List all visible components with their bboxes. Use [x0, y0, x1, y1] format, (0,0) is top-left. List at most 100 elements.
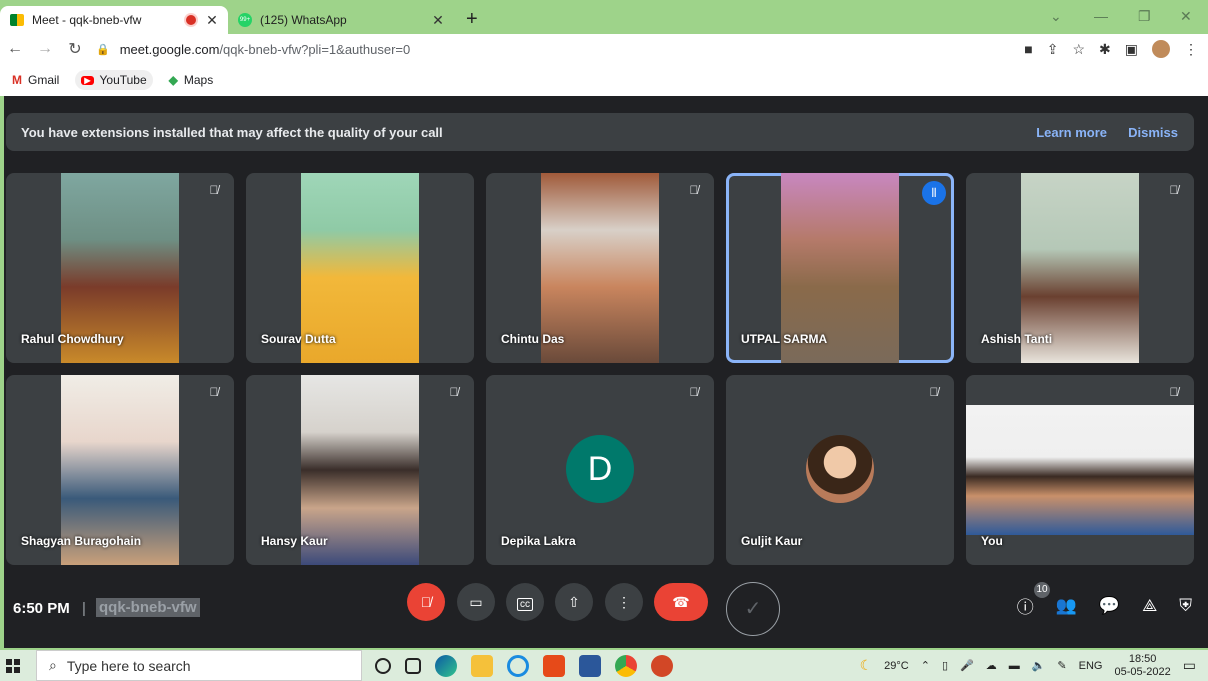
- mic-off-icon: 🎙̸: [449, 385, 459, 399]
- mic-off-icon: 🎙̸: [209, 183, 219, 197]
- microphone-icon[interactable]: 🎤: [960, 659, 974, 672]
- people-icon[interactable]: 👥: [1056, 596, 1077, 616]
- meet-window: You have extensions installed that may a…: [4, 96, 1208, 648]
- restore-icon[interactable]: ❐: [1138, 8, 1151, 25]
- search-icon: ⌕: [49, 657, 57, 673]
- show-hidden-icons-icon[interactable]: ⌃: [921, 659, 930, 672]
- profile-avatar[interactable]: [1152, 40, 1170, 58]
- chrome-icon[interactable]: [615, 655, 637, 677]
- check-icon: ✓: [744, 598, 762, 620]
- participant-name: Depika Lakra: [501, 534, 576, 548]
- mic-off-icon: 🎙̸: [1169, 385, 1179, 399]
- camera-icon: ▭: [469, 594, 483, 610]
- task-view-icon[interactable]: [405, 658, 421, 674]
- more-options-button[interactable]: ⋮: [605, 583, 643, 621]
- participant-tile-active-speaker[interactable]: ⦀ UTPAL SARMA: [726, 173, 954, 363]
- meet-now-icon[interactable]: ▯: [942, 659, 948, 672]
- participant-tile[interactable]: 🎙̸ Ashish Tanti: [966, 173, 1194, 363]
- back-icon[interactable]: ←: [0, 40, 30, 58]
- browser-toolbar: ← → ↻ 🔒 meet.google.com/qqk-bneb-vfw?pli…: [0, 34, 1208, 64]
- participant-name: Chintu Das: [501, 332, 565, 346]
- tab-whatsapp[interactable]: 99+ (125) WhatsApp ✕: [232, 6, 454, 34]
- cortana-icon[interactable]: [375, 658, 391, 674]
- participant-name: Shagyan Buragohain: [21, 534, 142, 548]
- hang-up-icon: ☎: [672, 594, 690, 610]
- side-panel-icon[interactable]: ▣: [1125, 41, 1138, 58]
- tab-meet[interactable]: Meet - qqk-bneb-vfw ✕: [0, 6, 228, 34]
- word-icon[interactable]: [579, 655, 601, 677]
- captions-icon: cc: [517, 598, 533, 611]
- leave-call-button[interactable]: ☎: [654, 583, 708, 621]
- participant-name: Guljit Kaur: [741, 534, 803, 548]
- menu-icon[interactable]: ⋮: [1184, 41, 1198, 58]
- bookmark-maps[interactable]: ◆ Maps: [163, 70, 220, 90]
- check-overlay-button[interactable]: ✓: [726, 582, 780, 636]
- bookmark-youtube[interactable]: ▶ YouTube: [75, 70, 153, 90]
- recording-icon: [186, 15, 196, 25]
- mic-toggle-button[interactable]: 🎙̸: [407, 583, 445, 621]
- pen-icon[interactable]: ✎: [1057, 659, 1066, 672]
- participant-name: Rahul Chowdhury: [21, 332, 124, 346]
- address-bar[interactable]: 🔒 meet.google.com/qqk-bneb-vfw?pli=1&aut…: [96, 38, 976, 60]
- close-window-icon[interactable]: ✕: [1180, 8, 1192, 25]
- tab-search-icon[interactable]: ⌄: [1050, 8, 1062, 25]
- bookmark-gmail[interactable]: M Gmail: [6, 70, 65, 90]
- temperature[interactable]: 29°C: [884, 660, 909, 672]
- chat-icon[interactable]: 💬: [1099, 596, 1120, 616]
- tab-title: (125) WhatsApp: [260, 13, 347, 27]
- share-icon[interactable]: ⇪: [1047, 41, 1059, 58]
- participant-tile[interactable]: 🎙̸ Rahul Chowdhury: [6, 173, 234, 363]
- participant-tile[interactable]: 🎙̸ Shagyan Buragohain: [6, 375, 234, 565]
- dismiss-button[interactable]: Dismiss: [1128, 125, 1178, 140]
- activities-icon[interactable]: ⟁: [1142, 596, 1157, 616]
- mic-off-icon: 🎙̸: [420, 594, 432, 610]
- powerpoint-icon[interactable]: [651, 655, 673, 677]
- extensions-icon[interactable]: ✱: [1099, 41, 1111, 58]
- taskbar-search-box[interactable]: ⌕ Type here to search: [36, 650, 362, 681]
- captions-button[interactable]: cc: [506, 583, 544, 621]
- meet-favicon-icon: [10, 14, 24, 26]
- bookmark-star-icon[interactable]: ☆: [1072, 41, 1085, 58]
- self-tile[interactable]: 🎙̸ You: [966, 375, 1194, 565]
- cortana-app-icon[interactable]: [507, 655, 529, 677]
- edge-icon[interactable]: [435, 655, 457, 677]
- onedrive-icon[interactable]: ☁: [986, 659, 997, 672]
- participant-tile[interactable]: 🎙̸ Chintu Das: [486, 173, 714, 363]
- language-indicator[interactable]: ENG: [1079, 660, 1103, 672]
- taskbar-clock[interactable]: 18:50 05-05-2022: [1114, 653, 1170, 679]
- battery-icon[interactable]: ▬: [1009, 660, 1020, 672]
- learn-more-link[interactable]: Learn more: [1036, 125, 1107, 140]
- windows-start-icon[interactable]: [6, 659, 20, 673]
- system-tray: ☾ 29°C ⌃ ▯ 🎤 ☁ ▬ 🔈 ✎ ENG 18:50 05-05-202…: [860, 650, 1196, 681]
- camera-in-use-icon[interactable]: ■: [1024, 41, 1032, 57]
- more-vert-icon: ⋮: [617, 594, 631, 610]
- close-tab-icon[interactable]: ✕: [432, 12, 444, 29]
- bookmark-label: Maps: [183, 73, 214, 87]
- participant-tile[interactable]: 🎙̸ Hansy Kaur: [246, 375, 474, 565]
- camera-toggle-button[interactable]: ▭: [457, 583, 495, 621]
- participant-tile[interactable]: D 🎙̸ Depika Lakra: [486, 375, 714, 565]
- toolbar-icons: ■ ⇪ ☆ ✱ ▣ ⋮: [1024, 40, 1198, 58]
- mic-off-icon: 🎙̸: [689, 183, 699, 197]
- meeting-time: 6:50 PM: [13, 600, 70, 617]
- meeting-details-icon[interactable]: ⓘ: [1017, 593, 1034, 618]
- participant-tile[interactable]: 🎙̸ Guljit Kaur: [726, 375, 954, 565]
- participant-name: Hansy Kaur: [261, 534, 328, 548]
- file-explorer-icon[interactable]: [471, 655, 493, 677]
- participant-tile[interactable]: Sourav Dutta: [246, 173, 474, 363]
- taskbar-apps: [375, 655, 673, 677]
- present-button[interactable]: ⇧: [555, 583, 593, 621]
- volume-icon[interactable]: 🔈: [1032, 659, 1046, 672]
- notifications-icon[interactable]: ▭: [1183, 657, 1196, 674]
- reload-icon[interactable]: ↻: [60, 39, 90, 59]
- clock-time: 18:50: [1128, 652, 1157, 665]
- office-icon[interactable]: [543, 655, 565, 677]
- new-tab-icon[interactable]: +: [466, 8, 478, 31]
- present-screen-icon: ⇧: [568, 594, 580, 610]
- forward-icon[interactable]: →: [30, 40, 60, 58]
- windows-taskbar: ⌕ Type here to search ☾ 29°C ⌃ ▯ 🎤 ☁ ▬ 🔈…: [0, 650, 1208, 681]
- close-tab-icon[interactable]: ✕: [206, 12, 218, 29]
- weather-icon[interactable]: ☾: [860, 657, 873, 674]
- minimize-icon[interactable]: —: [1094, 8, 1108, 24]
- host-controls-icon[interactable]: ⛨: [1179, 596, 1192, 616]
